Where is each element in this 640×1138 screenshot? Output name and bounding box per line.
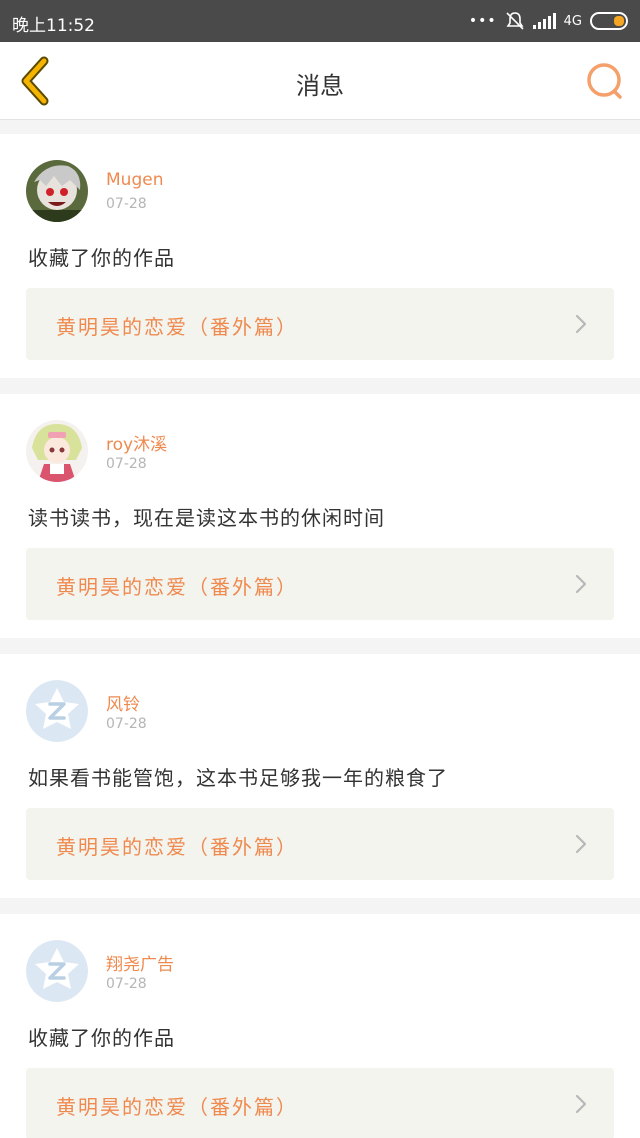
search-icon[interactable] bbox=[584, 60, 626, 102]
book-link[interactable]: 黄明昊的恋爱（番外篇） bbox=[26, 288, 614, 360]
book-title: 黄明昊的恋爱（番外篇） bbox=[56, 575, 298, 599]
user-avatar[interactable] bbox=[26, 420, 88, 482]
message-text: 读书读书，现在是读这本书的休闲时间 bbox=[28, 506, 385, 530]
username[interactable]: 风铃 bbox=[106, 690, 140, 715]
app-header: 消息 bbox=[0, 42, 640, 120]
chevron-right-icon bbox=[575, 314, 587, 334]
status-bar: 晚上11:52 ••• 4G bbox=[0, 0, 640, 42]
message-text: 收藏了你的作品 bbox=[28, 246, 175, 270]
username[interactable]: 翔尧广告 bbox=[106, 950, 174, 975]
message-card: 翔尧广告 07-28 收藏了你的作品 黄明昊的恋爱（番外篇） bbox=[0, 914, 640, 1138]
username[interactable]: roy沐溪 bbox=[106, 430, 167, 455]
chevron-right-icon bbox=[575, 574, 587, 594]
message-text: 收藏了你的作品 bbox=[28, 1026, 175, 1050]
battery-icon bbox=[590, 12, 628, 30]
message-card: roy沐溪 07-28 读书读书，现在是读这本书的休闲时间 黄明昊的恋爱（番外篇… bbox=[0, 394, 640, 638]
book-link[interactable]: 黄明昊的恋爱（番外篇） bbox=[26, 808, 614, 880]
default-avatar-icon[interactable] bbox=[26, 940, 88, 1002]
more-dots-icon: ••• bbox=[468, 13, 497, 29]
book-title: 黄明昊的恋爱（番外篇） bbox=[56, 1095, 298, 1119]
message-date: 07-28 bbox=[106, 196, 147, 212]
message-date: 07-28 bbox=[106, 716, 147, 732]
book-link[interactable]: 黄明昊的恋爱（番外篇） bbox=[26, 548, 614, 620]
book-title: 黄明昊的恋爱（番外篇） bbox=[56, 315, 298, 339]
default-avatar-icon[interactable] bbox=[26, 680, 88, 742]
message-date: 07-28 bbox=[106, 976, 147, 992]
status-icons: ••• 4G bbox=[469, 9, 628, 33]
message-text: 如果看书能管饱，这本书足够我一年的粮食了 bbox=[28, 766, 448, 790]
book-title: 黄明昊的恋爱（番外篇） bbox=[56, 835, 298, 859]
book-link[interactable]: 黄明昊的恋爱（番外篇） bbox=[26, 1068, 614, 1138]
signal-icon bbox=[532, 13, 556, 29]
message-list: Mugen 07-28 收藏了你的作品 黄明昊的恋爱（番外篇） roy沐溪 07… bbox=[0, 134, 640, 1138]
network-type: 4G bbox=[563, 13, 582, 29]
chevron-right-icon bbox=[575, 1094, 587, 1114]
username[interactable]: Mugen bbox=[106, 170, 163, 190]
message-date: 07-28 bbox=[106, 456, 147, 472]
page-title: 消息 bbox=[296, 72, 344, 100]
chevron-right-icon bbox=[575, 834, 587, 854]
message-card: 风铃 07-28 如果看书能管饱，这本书足够我一年的粮食了 黄明昊的恋爱（番外篇… bbox=[0, 654, 640, 898]
message-card: Mugen 07-28 收藏了你的作品 黄明昊的恋爱（番外篇） bbox=[0, 134, 640, 378]
mute-bell-icon bbox=[506, 12, 524, 30]
status-time: 晚上11:52 bbox=[12, 16, 95, 36]
user-avatar[interactable] bbox=[26, 160, 88, 222]
